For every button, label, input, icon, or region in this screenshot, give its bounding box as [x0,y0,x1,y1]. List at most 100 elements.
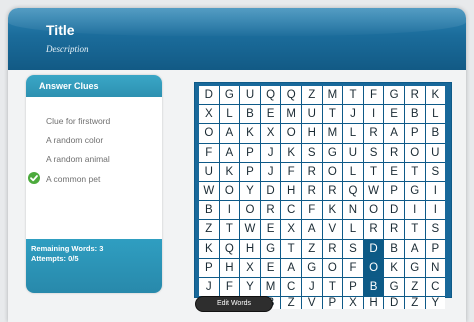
grid-cell[interactable]: L [343,220,363,239]
grid-cell[interactable]: E [384,162,404,181]
grid-cell[interactable]: B [240,105,260,124]
grid-cell[interactable]: G [322,143,343,162]
grid-cell[interactable]: F [301,201,322,220]
grid-cell[interactable]: J [343,105,363,124]
grid-cell[interactable]: K [281,143,301,162]
grid-cell[interactable]: P [343,277,363,297]
grid-cell[interactable]: X [199,105,219,124]
grid-cell[interactable]: P [404,124,425,143]
grid-cell[interactable]: B [199,201,219,220]
grid-cell[interactable]: E [260,220,281,239]
grid-cell[interactable]: I [404,201,425,220]
grid-cell[interactable]: H [281,181,301,201]
grid-cell[interactable]: I [425,201,446,220]
grid-cell[interactable]: J [260,143,281,162]
grid-cell[interactable]: T [322,105,343,124]
grid-cell[interactable]: O [240,201,260,220]
grid-cell[interactable]: F [343,258,363,277]
grid-cell[interactable]: Y [240,181,260,201]
grid-cell[interactable]: T [343,86,363,105]
grid-cell[interactable]: R [384,143,404,162]
grid-cell[interactable]: Z [199,220,219,239]
grid-cell[interactable]: R [363,124,384,143]
grid-cell[interactable]: D [384,201,404,220]
grid-cell[interactable]: G [384,86,404,105]
grid-cell[interactable]: V [301,297,322,310]
grid-cell[interactable]: F [281,162,301,181]
grid-cell[interactable]: D [363,239,384,258]
grid-cell[interactable]: L [219,105,240,124]
grid-cell[interactable]: T [363,162,384,181]
clue-item[interactable]: A common pet [28,172,100,184]
grid-cell[interactable]: E [260,105,281,124]
grid-cell[interactable]: C [281,277,301,297]
grid-cell[interactable]: U [301,105,322,124]
grid-cell[interactable]: D [260,181,281,201]
grid-cell[interactable]: G [404,258,425,277]
grid-cell[interactable]: K [240,124,260,143]
grid-cell[interactable]: L [343,124,363,143]
grid-cell[interactable]: K [384,258,404,277]
grid-cell[interactable]: E [384,105,404,124]
grid-cell[interactable]: W [240,220,260,239]
grid-cell[interactable]: Z [281,297,301,310]
grid-cell[interactable]: S [363,143,384,162]
grid-cell[interactable]: Q [343,181,363,201]
grid-cell[interactable]: O [404,143,425,162]
grid-cell[interactable]: T [322,277,343,297]
grid-cell[interactable]: U [343,143,363,162]
grid-cell[interactable]: I [219,201,240,220]
grid-cell[interactable]: M [322,124,343,143]
grid-cell[interactable]: P [425,239,446,258]
grid-cell[interactable]: Q [260,86,281,105]
grid-cell[interactable]: B [425,124,446,143]
grid-cell[interactable]: Z [404,297,425,310]
grid-cell[interactable]: U [199,162,219,181]
grid-cell[interactable]: A [219,143,240,162]
grid-cell[interactable]: O [363,201,384,220]
grid-cell[interactable]: R [260,201,281,220]
clue-item[interactable]: A random color [46,135,103,145]
grid-cell[interactable]: W [363,181,384,201]
grid-cell[interactable]: U [240,86,260,105]
grid-cell[interactable]: O [281,124,301,143]
grid-cell[interactable]: Z [404,277,425,297]
grid-cell[interactable]: B [384,239,404,258]
grid-cell[interactable]: S [425,220,446,239]
grid-cell[interactable]: U [425,143,446,162]
grid-cell[interactable]: Z [301,239,322,258]
grid-cell[interactable]: S [301,143,322,162]
grid-cell[interactable]: S [343,239,363,258]
clue-item[interactable]: Clue for firstword [46,116,110,126]
grid-cell[interactable]: Y [425,297,446,310]
grid-cell[interactable]: K [322,201,343,220]
grid-cell[interactable]: X [260,124,281,143]
grid-cell[interactable]: J [199,277,219,297]
grid-cell[interactable]: M [260,277,281,297]
grid-cell[interactable]: T [281,239,301,258]
grid-cell[interactable]: A [281,258,301,277]
grid-cell[interactable]: N [425,258,446,277]
grid-cell[interactable]: O [219,181,240,201]
grid-cell[interactable]: H [219,258,240,277]
grid-cell[interactable]: X [240,258,260,277]
grid-cell[interactable]: B [404,105,425,124]
grid-cell[interactable]: L [425,105,446,124]
grid-cell[interactable]: T [404,162,425,181]
grid-cell[interactable]: T [219,220,240,239]
grid-cell[interactable]: J [301,277,322,297]
grid-cell[interactable]: X [343,297,363,310]
grid-cell[interactable]: O [363,258,384,277]
grid-cell[interactable]: G [260,239,281,258]
grid-cell[interactable]: G [219,86,240,105]
grid-cell[interactable]: R [404,86,425,105]
grid-cell[interactable]: V [322,220,343,239]
grid-cell[interactable]: O [199,124,219,143]
grid-cell[interactable]: S [425,162,446,181]
grid-cell[interactable]: G [404,181,425,201]
grid-cell[interactable]: P [384,181,404,201]
grid-cell[interactable]: A [384,124,404,143]
grid-cell[interactable]: O [322,258,343,277]
grid-cell[interactable]: D [199,86,219,105]
grid-cell[interactable]: H [363,297,384,310]
